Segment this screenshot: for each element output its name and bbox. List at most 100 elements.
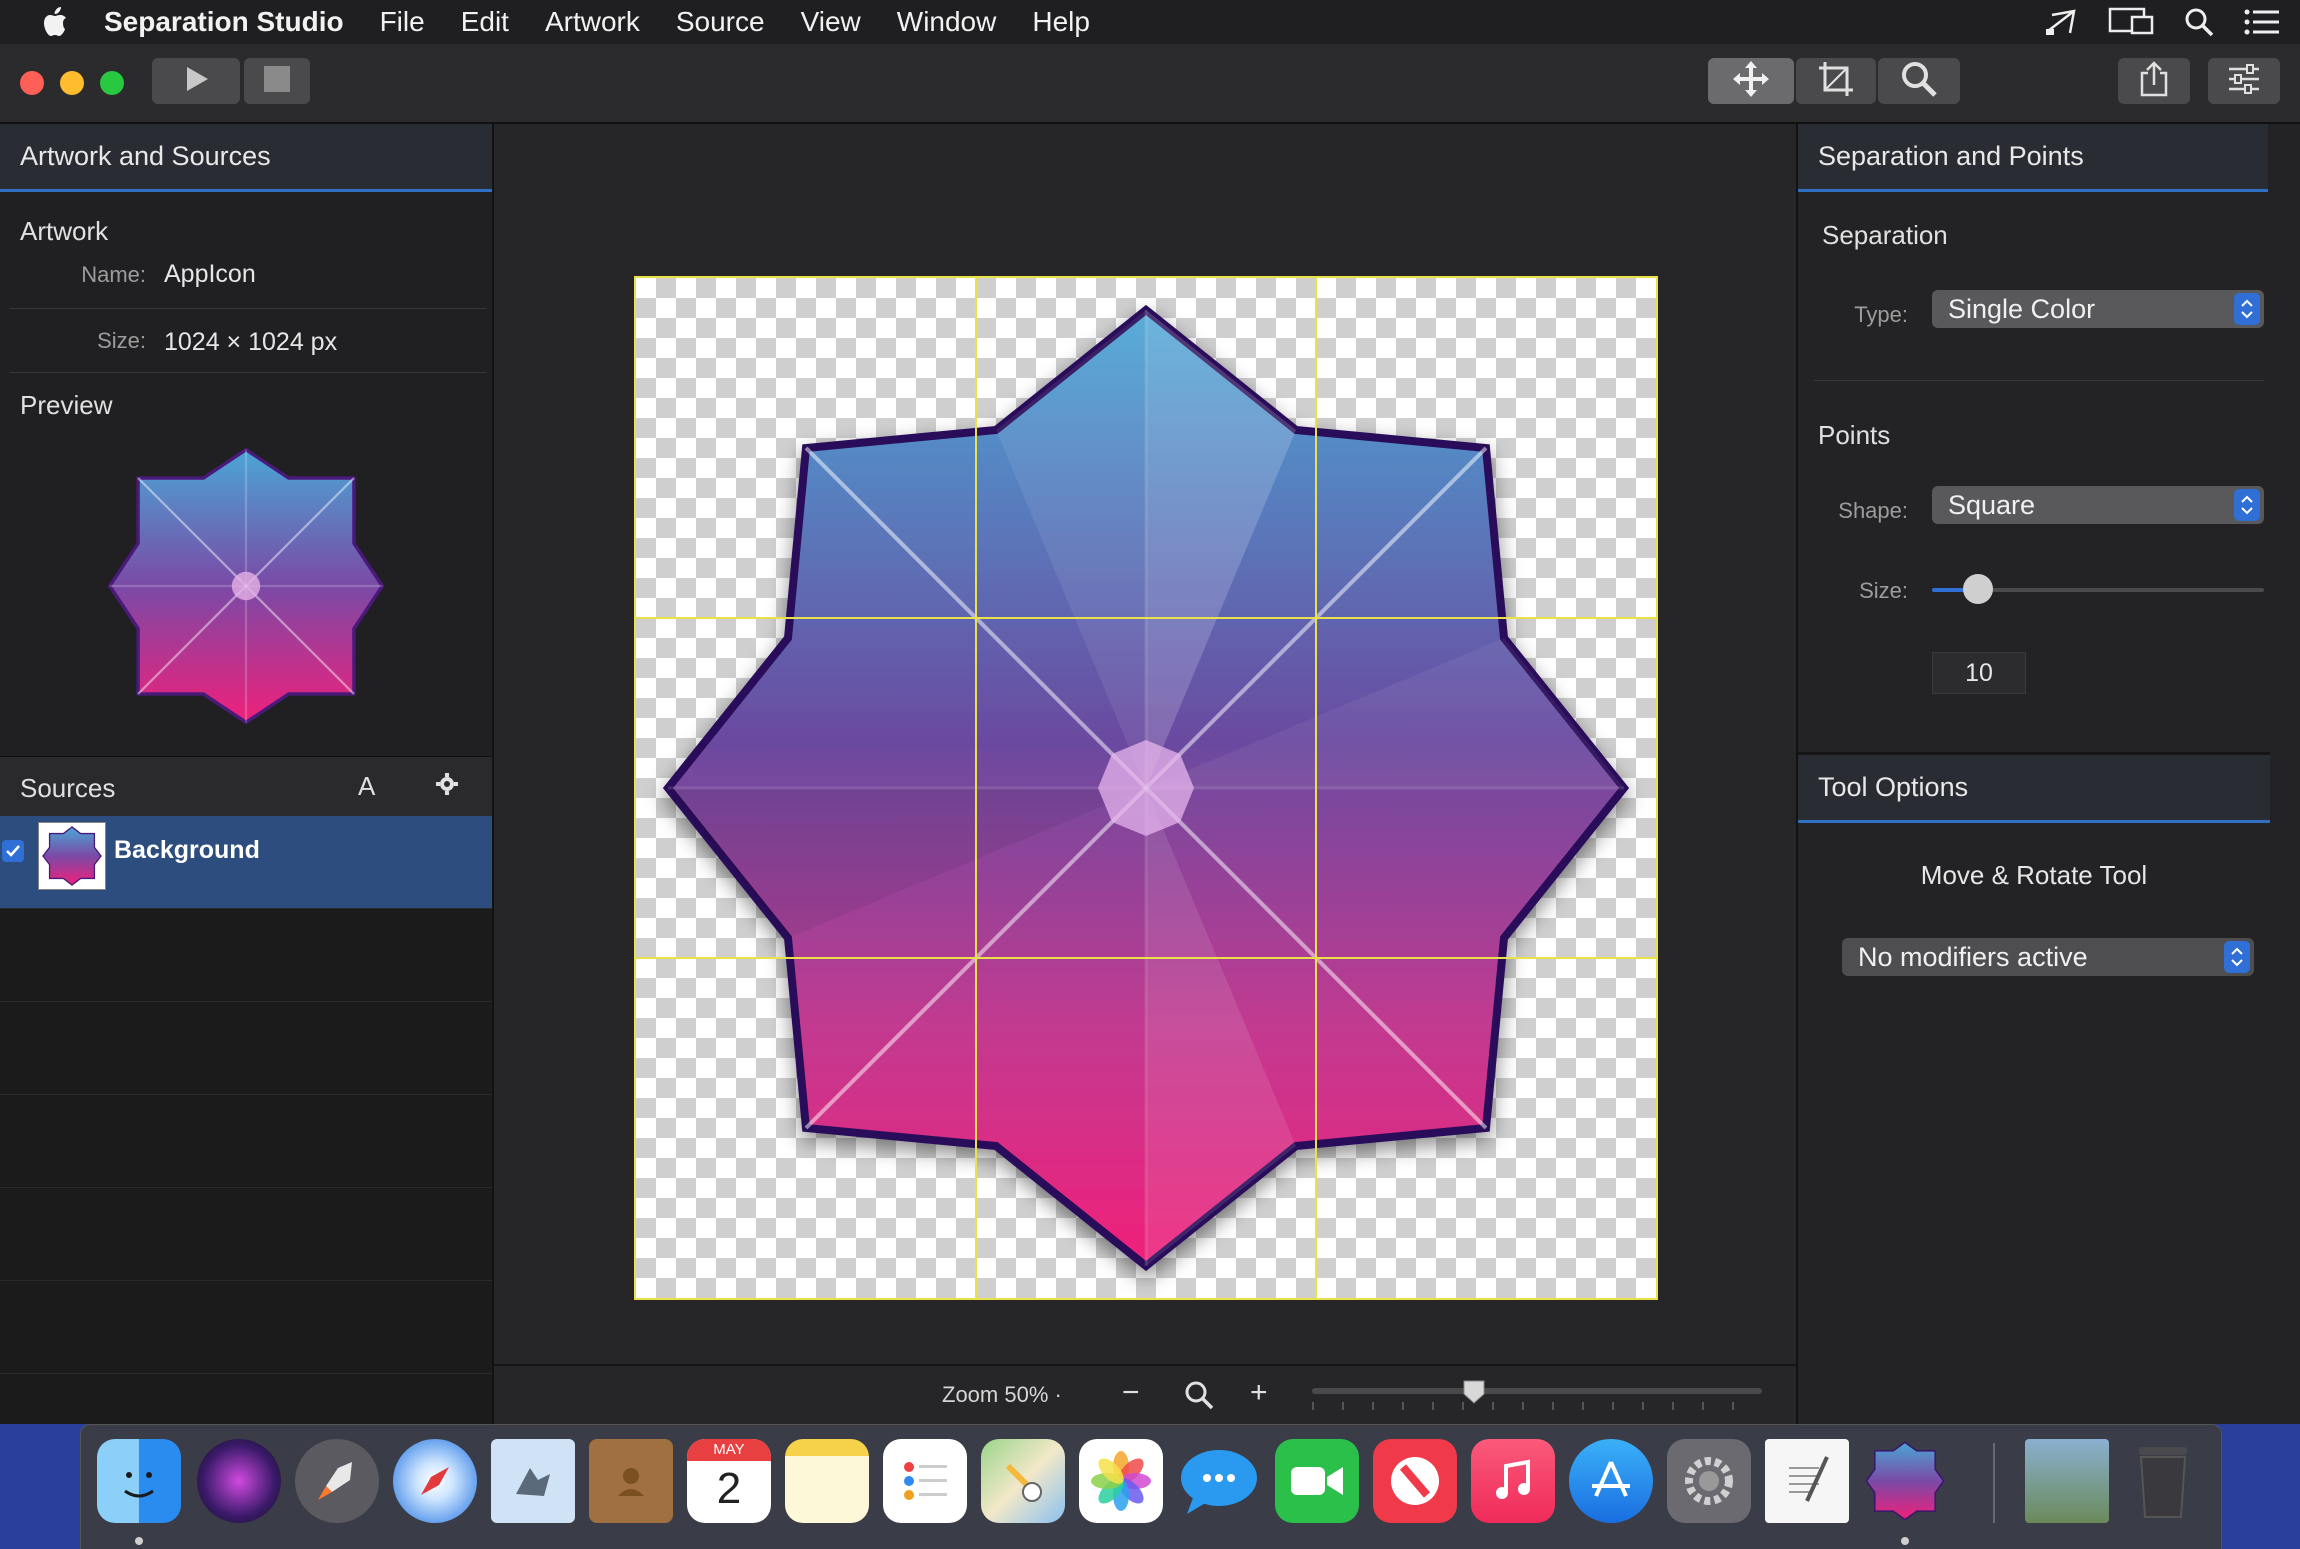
stop-button[interactable]	[244, 58, 310, 104]
finder-icon[interactable]	[97, 1439, 181, 1523]
photos-flower-icon[interactable]	[1079, 1439, 1163, 1523]
menu-artwork[interactable]: Artwork	[545, 6, 640, 38]
type-label: Type:	[1854, 302, 1908, 327]
minimize-window-button[interactable]	[60, 71, 84, 95]
calendar-month: MAY	[687, 1439, 771, 1461]
menu-help[interactable]: Help	[1032, 6, 1090, 38]
artwork-canvas[interactable]	[634, 276, 1658, 1300]
list-item	[0, 909, 492, 1002]
modifiers-value: No modifiers active	[1858, 941, 2088, 972]
facetime-camera-icon[interactable]	[1275, 1439, 1359, 1523]
menu-window[interactable]: Window	[897, 6, 997, 38]
reminders-icon[interactable]	[883, 1439, 967, 1523]
zoom-out-button[interactable]: −	[1122, 1376, 1140, 1410]
music-note-icon[interactable]	[1471, 1439, 1555, 1523]
separation-type-value: Single Color	[1948, 293, 2096, 324]
siri-icon[interactable]	[197, 1439, 281, 1523]
play-icon	[181, 64, 211, 99]
airplay-icon[interactable]	[2044, 7, 2078, 37]
divider	[10, 308, 486, 309]
artwork-preview-image	[104, 444, 388, 728]
move-tool-icon	[1731, 59, 1771, 104]
sources-settings-gear-icon[interactable]	[436, 773, 458, 800]
close-window-button[interactable]	[20, 71, 44, 95]
divider	[10, 372, 486, 373]
zoom-fit-magnifier-icon[interactable]	[1184, 1380, 1214, 1416]
calendar-day: 2	[716, 1464, 742, 1513]
move-tool-button[interactable]	[1708, 58, 1794, 104]
sources-sort-button[interactable]: A	[358, 771, 375, 802]
list-item	[0, 1095, 492, 1188]
dock: MAY 2	[80, 1424, 2222, 1549]
trash-icon[interactable]	[2121, 1439, 2205, 1523]
contacts-book-icon[interactable]	[589, 1439, 673, 1523]
select-chevron-icon	[2224, 941, 2250, 973]
name-label: Name:	[81, 262, 146, 287]
modifiers-select[interactable]: No modifiers active	[1842, 938, 2254, 976]
notes-icon[interactable]	[785, 1439, 869, 1523]
play-button[interactable]	[152, 58, 240, 104]
sources-title: Sources	[20, 773, 116, 803]
sources-header-bar: Sources A	[0, 756, 492, 818]
size-label: Size:	[1859, 578, 1908, 603]
share-button[interactable]	[2118, 58, 2190, 104]
launchpad-rocket-icon[interactable]	[295, 1439, 379, 1523]
control-center-list-icon[interactable]	[2244, 8, 2280, 36]
mail-stamp-icon[interactable]	[491, 1439, 575, 1523]
separation-section-title: Separation	[1822, 220, 1948, 250]
system-preferences-gear-icon[interactable]	[1667, 1439, 1751, 1523]
zoom-tool-button[interactable]	[1878, 58, 1960, 104]
app-store-icon[interactable]	[1569, 1439, 1653, 1523]
zoom-slider-ticks	[1312, 1402, 1762, 1410]
source-name: Background	[114, 836, 260, 864]
select-chevron-icon	[2234, 293, 2260, 325]
zoom-in-button[interactable]: +	[1250, 1376, 1268, 1410]
crop-tool-icon	[1817, 60, 1855, 103]
textedit-icon[interactable]	[1765, 1439, 1849, 1523]
downloads-stack-icon[interactable]	[2025, 1439, 2109, 1523]
spotlight-search-icon[interactable]	[2184, 7, 2214, 37]
shape-label: Shape:	[1838, 498, 1908, 523]
menu-file[interactable]: File	[380, 6, 425, 38]
canvas-area: Zoom 50% · − +	[494, 124, 1796, 1426]
share-icon	[2139, 60, 2169, 102]
select-chevron-icon	[2234, 489, 2260, 521]
list-item	[0, 1188, 492, 1281]
point-size-field[interactable]: 10	[1932, 652, 2026, 694]
apple-menu-icon[interactable]	[40, 7, 70, 37]
zoom-window-button[interactable]	[100, 71, 124, 95]
calendar-icon[interactable]: MAY 2	[687, 1439, 771, 1523]
inspector-button[interactable]	[2208, 58, 2280, 104]
preview-section-title: Preview	[20, 390, 113, 420]
zoom-slider[interactable]	[1312, 1380, 1762, 1410]
messages-bubble-icon[interactable]	[1177, 1439, 1261, 1523]
point-size-slider-thumb[interactable]	[1963, 574, 1994, 604]
zoom-bar: Zoom 50% · − +	[494, 1364, 1796, 1426]
menu-source[interactable]: Source	[676, 6, 765, 38]
sources-list: Background	[0, 816, 492, 1424]
display-mirror-icon[interactable]	[2108, 7, 2154, 37]
point-size-slider[interactable]	[1932, 574, 2264, 604]
source-row-background[interactable]: Background	[0, 816, 492, 909]
menu-view[interactable]: View	[801, 6, 861, 38]
divider	[1814, 380, 2264, 381]
separation-type-select[interactable]: Single Color	[1932, 290, 2264, 328]
separation-studio-app-icon[interactable]	[1863, 1439, 1947, 1523]
point-shape-select[interactable]: Square	[1932, 486, 2264, 524]
news-icon[interactable]	[1373, 1439, 1457, 1523]
zoom-slider-thumb[interactable]	[1463, 1380, 1485, 1404]
source-enabled-checkbox[interactable]	[2, 840, 24, 862]
separation-points-header: Separation and Points	[1798, 124, 2268, 192]
app-name-menu[interactable]: Separation Studio	[104, 6, 344, 38]
inspector-sliders-icon	[2227, 63, 2261, 100]
artwork-size-value: 1024 × 1024 px	[164, 328, 338, 356]
points-section-title: Points	[1818, 420, 1891, 450]
crop-tool-button[interactable]	[1796, 58, 1876, 104]
menu-edit[interactable]: Edit	[461, 6, 509, 38]
maps-icon[interactable]	[981, 1439, 1065, 1523]
list-item	[0, 1002, 492, 1095]
artwork-sources-header: Artwork and Sources	[0, 124, 492, 192]
source-thumbnail	[38, 822, 106, 890]
safari-compass-icon[interactable]	[393, 1439, 477, 1523]
gem-artwork	[662, 304, 1630, 1272]
